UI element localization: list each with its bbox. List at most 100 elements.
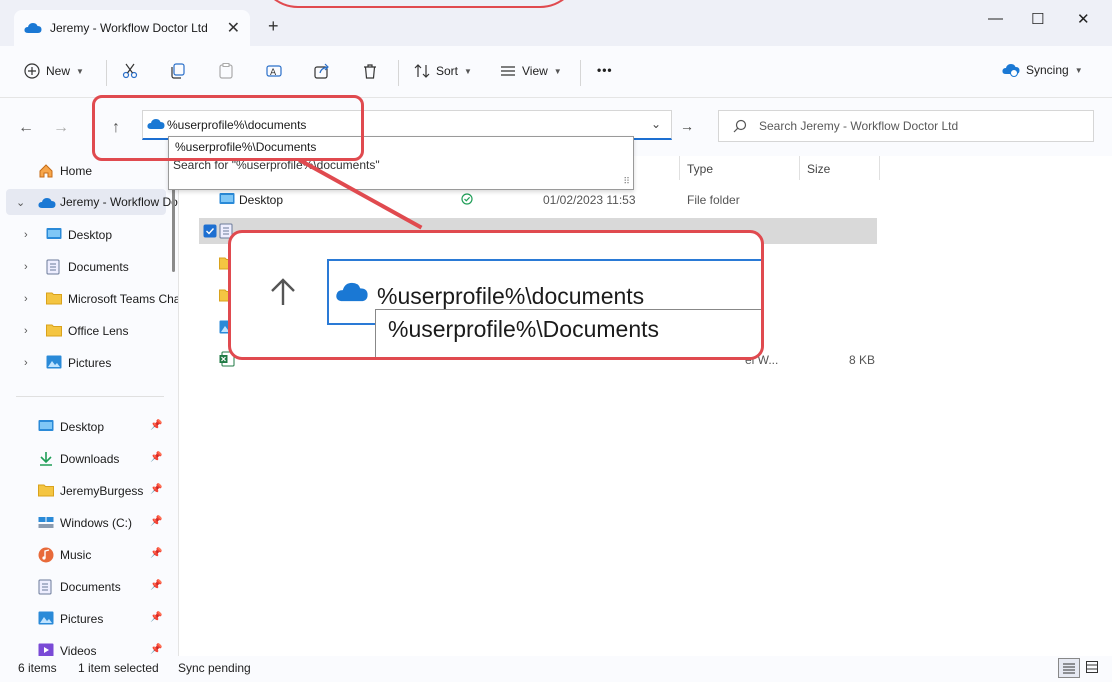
sidebar-item-label: Documents xyxy=(60,580,121,594)
chevron-down-icon: ▼ xyxy=(464,66,472,76)
sidebar-item-pictures[interactable]: › Pictures xyxy=(0,350,166,376)
chevron-down-icon: ▼ xyxy=(1074,65,1083,75)
sidebar-item-desktop[interactable]: › Desktop xyxy=(0,222,166,248)
maximize-button[interactable]: ☐ xyxy=(1031,10,1044,28)
quick-access-desktop[interactable]: Desktop 📌 xyxy=(0,414,166,440)
trash-icon xyxy=(364,64,376,79)
new-button[interactable]: New ▼ xyxy=(24,63,84,79)
minimize-button[interactable]: — xyxy=(988,10,1003,27)
copy-icon xyxy=(171,63,185,79)
sync-status-button[interactable]: Syncing ▼ xyxy=(1002,63,1083,77)
pin-icon[interactable]: 📌 xyxy=(150,484,162,495)
new-label: New xyxy=(46,64,71,78)
sort-label: Sort xyxy=(436,64,459,78)
sync-status: Sync pending xyxy=(178,661,251,675)
sidebar-item-label: Pictures xyxy=(68,356,112,370)
sidebar-item-home[interactable]: Home xyxy=(0,158,166,184)
music-icon xyxy=(38,547,54,563)
tab-onedrive[interactable]: Jeremy - Workflow Doctor Ltd ✕ xyxy=(14,10,250,46)
list-view-icon xyxy=(501,66,515,76)
sidebar-item-documents[interactable]: › Documents xyxy=(0,254,166,280)
tiles-view-icon xyxy=(1086,661,1098,673)
column-header-size[interactable]: Size xyxy=(807,162,830,176)
chevron-right-icon[interactable]: › xyxy=(24,261,28,273)
sidebar-item-label: Microsoft Teams Chat Files xyxy=(68,292,178,306)
synced-check-icon xyxy=(461,193,473,205)
title-bar: Jeremy - Workflow Doctor Ltd ✕ + — ☐ ✕ xyxy=(0,0,1112,46)
column-divider[interactable] xyxy=(799,156,800,180)
view-button[interactable]: View ▼ xyxy=(500,63,562,79)
tiles-view-button[interactable] xyxy=(1082,658,1104,678)
sidebar-item-office-lens[interactable]: › Office Lens xyxy=(0,318,166,344)
sidebar-item-onedrive[interactable]: ⌄ Jeremy - Workflow Doctor Ltd xyxy=(6,189,178,215)
rename-icon: A xyxy=(266,65,282,78)
chevron-right-icon[interactable]: › xyxy=(24,357,28,369)
sidebar-item-teams-chat-files[interactable]: › Microsoft Teams Chat Files xyxy=(0,286,178,312)
pictures-icon xyxy=(38,611,54,625)
copy-button[interactable] xyxy=(170,63,186,79)
cut-button[interactable] xyxy=(122,63,138,79)
pin-icon[interactable]: 📌 xyxy=(150,452,162,463)
document-icon xyxy=(38,579,52,595)
back-arrow-icon[interactable]: ← xyxy=(18,119,34,137)
new-tab-button[interactable]: + xyxy=(268,16,279,37)
tab-close-icon[interactable]: ✕ xyxy=(227,18,240,38)
column-divider[interactable] xyxy=(679,156,680,180)
zoom-suggestion: %userprofile%\Documents xyxy=(388,316,660,342)
more-label: ••• xyxy=(597,63,613,77)
column-divider[interactable] xyxy=(879,156,880,180)
sidebar-item-label: Music xyxy=(60,548,92,562)
pin-icon[interactable]: 📌 xyxy=(150,580,162,591)
toolbar-divider xyxy=(398,60,399,86)
file-date: 01/02/2023 11:53 xyxy=(543,193,636,207)
pin-icon[interactable]: 📌 xyxy=(150,644,162,655)
pin-icon[interactable]: 📌 xyxy=(150,420,162,431)
onedrive-cloud-icon xyxy=(24,23,42,33)
quick-access-music[interactable]: Music 📌 xyxy=(0,542,166,568)
resize-grip-icon[interactable]: ⠿ xyxy=(623,176,630,187)
pin-icon[interactable]: 📌 xyxy=(150,548,162,559)
quick-access-downloads[interactable]: Downloads 📌 xyxy=(0,446,166,472)
document-icon xyxy=(46,259,60,275)
chevron-down-icon[interactable]: ⌄ xyxy=(651,117,661,131)
sidebar-item-label: Home xyxy=(60,164,93,178)
tab-title: Jeremy - Workflow Doctor Ltd xyxy=(50,21,208,35)
up-arrow-icon xyxy=(271,278,295,305)
close-window-button[interactable]: ✕ xyxy=(1077,10,1090,28)
chevron-right-icon[interactable]: › xyxy=(24,229,28,241)
sidebar-item-label: Videos xyxy=(60,644,97,656)
forward-arrow-icon[interactable]: → xyxy=(53,119,69,137)
download-icon xyxy=(40,452,52,466)
drive-icon xyxy=(38,517,54,528)
sort-button[interactable]: Sort ▼ xyxy=(414,63,472,79)
search-input[interactable]: Search Jeremy - Workflow Doctor Ltd xyxy=(718,110,1094,142)
desktop-icon xyxy=(219,193,235,204)
quick-access-documents[interactable]: Documents 📌 xyxy=(0,574,166,600)
chevron-down-icon[interactable]: ⌄ xyxy=(16,196,25,209)
quick-access-videos[interactable]: Videos 📌 xyxy=(0,638,166,656)
share-button[interactable] xyxy=(314,63,330,79)
onedrive-sync-icon xyxy=(1002,64,1020,77)
paste-button[interactable] xyxy=(218,63,234,79)
go-arrow-icon[interactable]: → xyxy=(680,118,694,134)
plus-circle-icon xyxy=(24,63,40,79)
video-icon xyxy=(38,643,54,656)
view-label: View xyxy=(522,64,548,78)
quick-access-windows-c[interactable]: Windows (C:) 📌 xyxy=(0,510,166,536)
chevron-right-icon[interactable]: › xyxy=(24,325,28,337)
quick-access-pictures[interactable]: Pictures 📌 xyxy=(0,606,166,632)
column-header-type[interactable]: Type xyxy=(687,162,713,176)
chevron-right-icon[interactable]: › xyxy=(24,293,28,305)
rename-button[interactable]: A xyxy=(266,63,282,79)
folder-icon xyxy=(46,324,62,337)
pin-icon[interactable]: 📌 xyxy=(150,612,162,623)
chevron-down-icon: ▼ xyxy=(553,66,562,76)
more-options-button[interactable]: ••• xyxy=(597,63,613,77)
quick-access-jeremyburgess[interactable]: JeremyBurgess 📌 xyxy=(0,478,166,504)
delete-button[interactable] xyxy=(362,63,378,79)
file-name: Desktop xyxy=(239,193,284,207)
selection-count: 1 item selected xyxy=(78,661,159,675)
checkbox-checked-icon[interactable] xyxy=(203,224,217,238)
details-view-button[interactable] xyxy=(1058,658,1080,678)
pin-icon[interactable]: 📌 xyxy=(150,516,162,527)
